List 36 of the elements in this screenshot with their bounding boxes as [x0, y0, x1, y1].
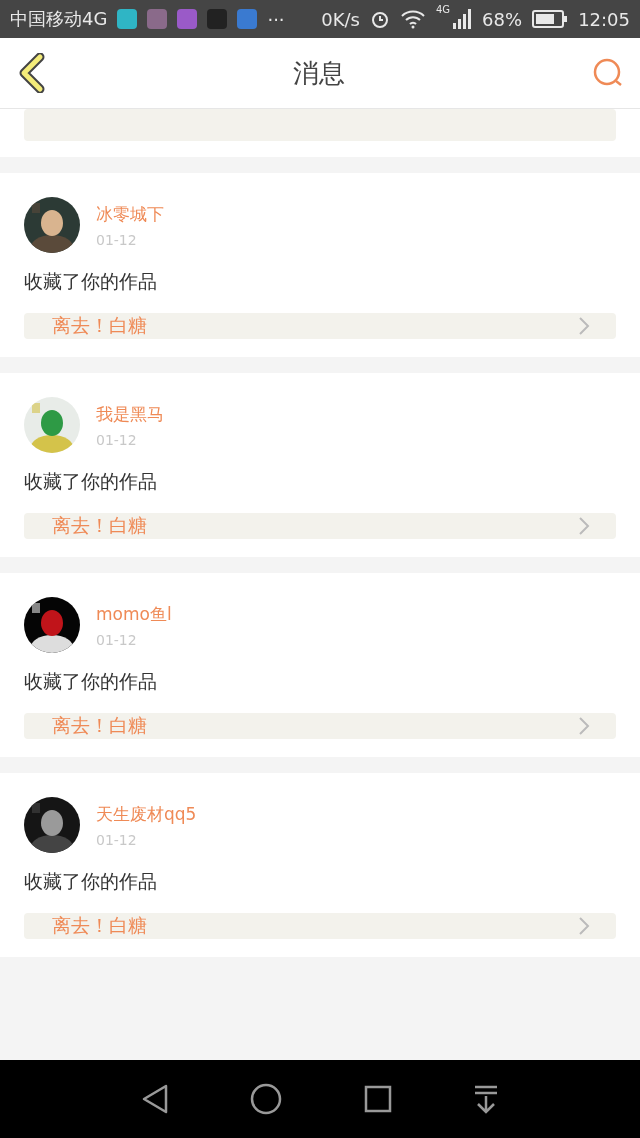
user-name[interactable]: 冰零城下: [96, 202, 164, 226]
chevron-right-icon: [578, 716, 590, 736]
message-text: 收藏了你的作品: [24, 269, 158, 294]
home-nav-button[interactable]: [250, 1083, 283, 1115]
message-text: 收藏了你的作品: [24, 869, 158, 894]
picture-app-icon: [147, 9, 168, 29]
user-name[interactable]: momo鱼l: [96, 602, 172, 626]
work-link[interactable]: 离去！白糖: [24, 313, 616, 339]
wifi-icon: [400, 9, 426, 29]
carrier-text: 中国移动4G: [10, 7, 108, 31]
work-link[interactable]: 离去！白糖: [24, 913, 616, 939]
user-name[interactable]: 我是黑马: [96, 402, 164, 426]
page-title: 消息: [293, 56, 345, 90]
clock-time: 12:05: [578, 8, 630, 30]
message-text: 收藏了你的作品: [24, 669, 158, 694]
music-app-icon: [207, 9, 228, 29]
k-app-icon: [237, 9, 258, 29]
chevron-right-icon: [578, 516, 590, 536]
network-type: 4G: [436, 4, 451, 15]
more-notifications: ···: [267, 8, 285, 30]
chevron-right-icon: [578, 316, 590, 336]
chevron-right-icon: [578, 916, 590, 936]
notification-nav-button[interactable]: [473, 1084, 500, 1114]
message-app-icon: [117, 9, 138, 29]
gallery-app-icon: [177, 9, 198, 29]
signal-icon: [452, 9, 473, 29]
recents-nav-button[interactable]: [363, 1085, 392, 1113]
network-speed: 0K/s: [321, 8, 360, 30]
work-link[interactable]: 离去！白糖: [24, 513, 616, 539]
back-nav-button[interactable]: [140, 1084, 169, 1114]
battery-icon: [532, 10, 569, 28]
work-link[interactable]: 离去！白糖: [24, 713, 616, 739]
user-name[interactable]: 天生废材qq5: [96, 802, 197, 826]
message-text: 收藏了你的作品: [24, 469, 158, 494]
alarm-icon: [370, 9, 390, 29]
battery-percent: 68%: [482, 8, 523, 30]
